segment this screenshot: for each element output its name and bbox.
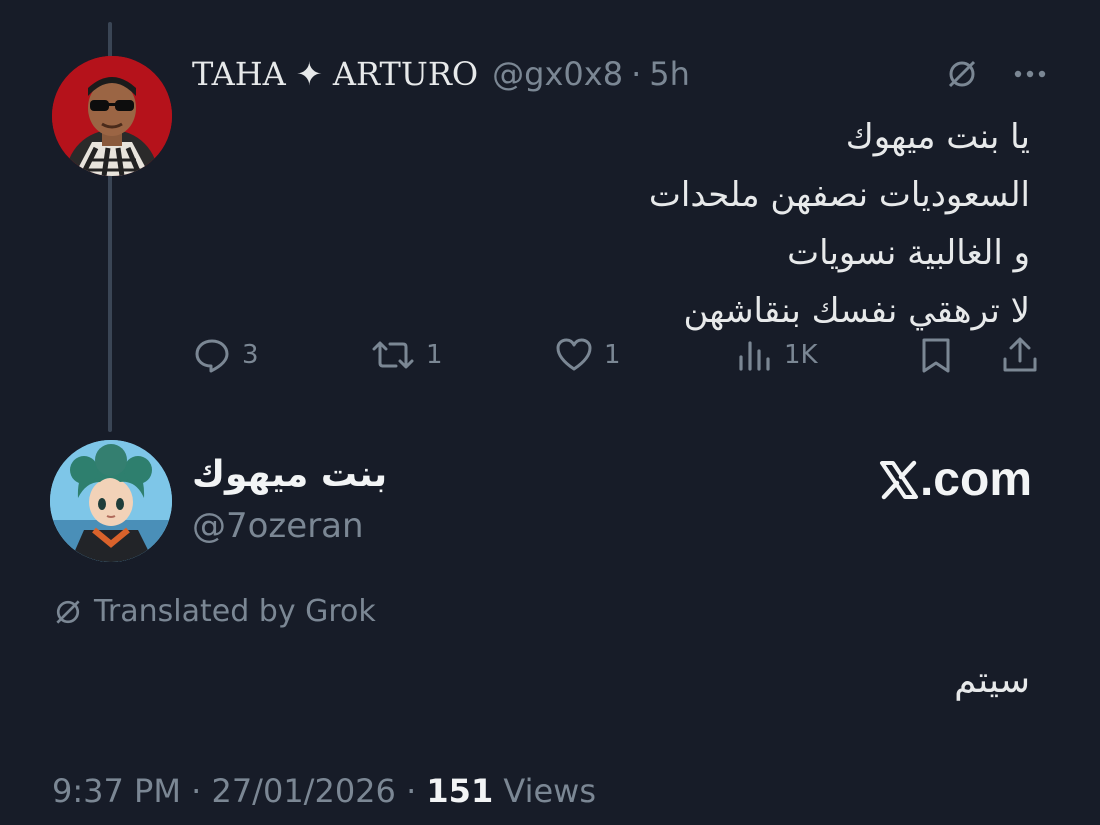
like-count: 1: [604, 340, 621, 370]
post-line: و الغالبية نسويات: [787, 233, 1030, 273]
translated-label: Translated by Grok: [94, 594, 376, 629]
views-count: 1K: [784, 340, 818, 370]
reply-icon: [195, 339, 229, 373]
footer-views-count: 151: [426, 772, 494, 810]
bookmark-icon: [922, 338, 950, 373]
author-avatar[interactable]: [52, 56, 172, 176]
reply-count: 3: [242, 340, 259, 370]
reply-button[interactable]: 3: [192, 332, 259, 378]
views-icon: [739, 341, 770, 371]
reply-author-avatar[interactable]: [50, 440, 172, 562]
x-com-watermark: .com: [878, 452, 1032, 507]
avatar-image: [50, 440, 172, 562]
grok-icon: [56, 599, 80, 624]
more-icon[interactable]: [1010, 56, 1050, 92]
reply-author-handle[interactable]: @7ozeran: [192, 506, 387, 546]
post-footer: 9:37 PM · 27/01/2026 · 151 Views: [52, 772, 596, 810]
x-logo-icon: [879, 460, 918, 499]
post-line: السعوديات نصفهن ملحدات: [648, 175, 1030, 215]
separator-dot: ·: [191, 772, 202, 810]
author-handle[interactable]: @gx0x8: [492, 55, 623, 93]
separator-dot: ·: [406, 772, 417, 810]
reply-text: سيتم: [954, 660, 1030, 701]
views-button[interactable]: 1K: [736, 332, 818, 378]
grok-icon[interactable]: [944, 56, 980, 92]
author-name[interactable]: TAHA ✦ ARTURO: [192, 55, 478, 93]
post-top-icons: [944, 56, 1050, 92]
repost-count: 1: [426, 340, 443, 370]
footer-views-label: Views: [503, 772, 596, 810]
separator-dot: ·: [631, 55, 642, 93]
post-text: يا بنت ميهوك السعوديات نصفهن ملحدات و ال…: [430, 108, 1030, 340]
reply-author-name[interactable]: بنت ميهوك: [192, 450, 387, 500]
post-time[interactable]: 5h: [649, 55, 690, 93]
like-button[interactable]: 1: [554, 332, 621, 378]
footer-time[interactable]: 9:37 PM: [52, 772, 181, 810]
brand-domain: .com: [919, 453, 1032, 506]
translated-by-grok[interactable]: Translated by Grok: [52, 594, 376, 629]
like-icon: [556, 338, 592, 371]
post-header: TAHA ✦ ARTURO @gx0x8 · 5h: [192, 52, 690, 96]
repost-icon: [372, 341, 414, 369]
avatar-image: [52, 56, 172, 176]
reply-user-block: بنت ميهوك @7ozeran: [192, 450, 387, 546]
repost-button[interactable]: 1: [370, 332, 443, 378]
share-icon: [1003, 337, 1037, 372]
share-button[interactable]: [1000, 332, 1040, 378]
bookmark-button[interactable]: [918, 332, 954, 378]
post-line: يا بنت ميهوك: [845, 117, 1030, 157]
post-action-bar: 3 1 1 1K: [192, 332, 1052, 378]
footer-date[interactable]: 27/01/2026: [211, 772, 395, 810]
